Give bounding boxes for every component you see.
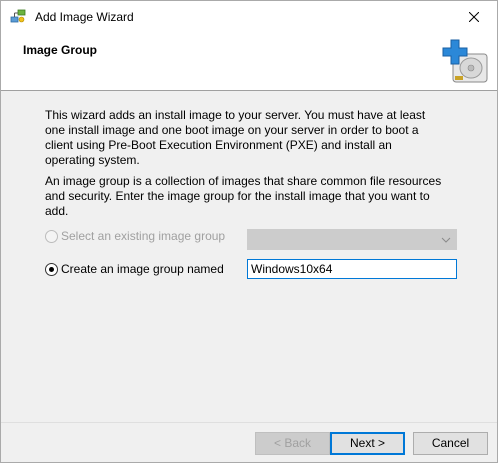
cancel-button[interactable]: Cancel bbox=[413, 432, 488, 455]
create-group-option[interactable]: Create an image group named bbox=[45, 262, 224, 276]
add-image-wizard-window: Add Image Wizard Image Group This wizard… bbox=[0, 0, 498, 463]
existing-group-radio[interactable] bbox=[45, 229, 58, 243]
back-button[interactable]: < Back bbox=[255, 432, 330, 455]
close-icon bbox=[469, 11, 479, 22]
group-description-text: An image group is a collection of images… bbox=[45, 174, 442, 218]
create-group-radio[interactable] bbox=[45, 262, 58, 276]
existing-group-option[interactable]: Select an existing image group bbox=[45, 229, 225, 243]
chevron-down-icon bbox=[441, 237, 451, 243]
intro-text: This wizard adds an install image to you… bbox=[45, 108, 426, 167]
create-group-label: Create an image group named bbox=[61, 262, 224, 276]
group-name-input[interactable]: Windows10x64 bbox=[247, 259, 457, 279]
wizard-content: This wizard adds an install image to you… bbox=[1, 92, 497, 422]
title-bar: Add Image Wizard bbox=[1, 1, 497, 32]
existing-group-select[interactable] bbox=[247, 229, 457, 250]
next-button[interactable]: Next > bbox=[330, 432, 405, 455]
close-button[interactable] bbox=[451, 1, 497, 32]
disk-add-icon bbox=[441, 36, 491, 86]
wizard-header: Image Group bbox=[1, 32, 497, 91]
existing-group-label: Select an existing image group bbox=[61, 229, 226, 243]
network-computer-icon bbox=[10, 8, 26, 24]
page-title: Image Group bbox=[23, 43, 98, 57]
wizard-footer: < Back Next > Cancel bbox=[1, 422, 497, 462]
window-title: Add Image Wizard bbox=[35, 10, 134, 24]
